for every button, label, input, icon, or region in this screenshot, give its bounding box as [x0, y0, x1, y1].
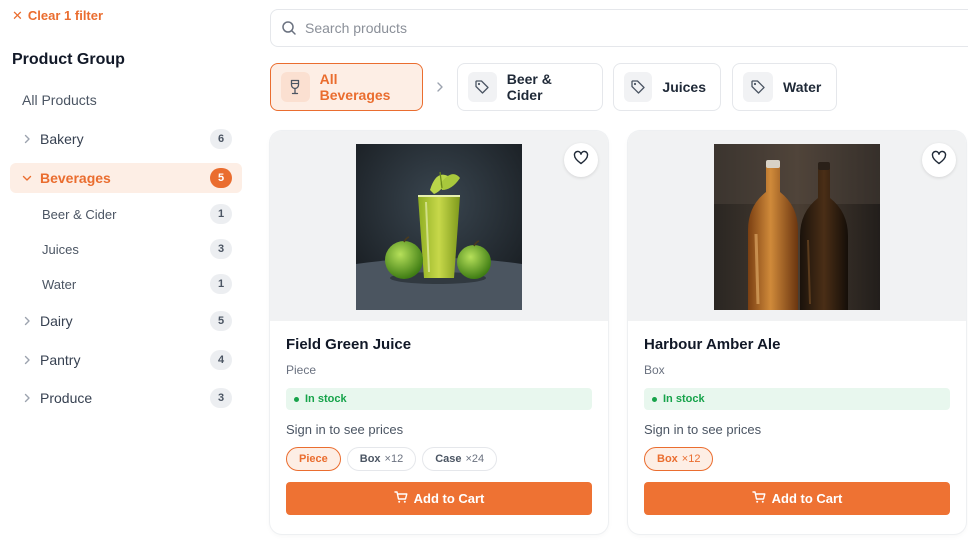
add-to-cart-label: Add to Cart [413, 491, 485, 506]
chip-juices[interactable]: Juices [613, 63, 721, 111]
option-qty: ×12 [384, 453, 404, 465]
sidebar-subitem-water[interactable]: Water 1 [10, 270, 242, 298]
subcategory-label: Water [42, 276, 77, 292]
status-dot [294, 396, 299, 402]
option-qty: ×12 [681, 453, 701, 465]
category-label: Bakery [40, 131, 84, 147]
option-box[interactable]: Box ×12 [346, 447, 417, 471]
category-label: Pantry [40, 352, 81, 368]
pack-options: Piece Box ×12 Case ×24 [286, 447, 592, 471]
sidebar-item-beverages[interactable]: Beverages 5 [10, 163, 242, 193]
product-unit: Box [644, 363, 665, 377]
chip-label: Beer & Cider [506, 71, 552, 103]
status-dot [652, 396, 657, 402]
all-products-link[interactable]: All Products [22, 92, 97, 108]
stock-status: In stock [286, 388, 592, 410]
count-badge: 5 [210, 168, 232, 188]
sidebar-subitem-beer-cider[interactable]: Beer & Cider 1 [10, 200, 242, 228]
count-badge: 4 [210, 350, 232, 370]
price-note: Sign in to see prices [286, 422, 404, 437]
product-image-area [270, 131, 608, 321]
favorite-button[interactable] [922, 143, 956, 177]
chip-water[interactable]: Water [732, 63, 837, 111]
close-icon: ✕ [12, 8, 23, 23]
option-label: Piece [299, 453, 328, 465]
option-case[interactable]: Case ×24 [422, 447, 498, 471]
product-card: Harbour Amber Ale Box In stock Sign in t… [628, 131, 966, 534]
stock-label: In stock [305, 393, 347, 405]
stock-status: In stock [644, 388, 950, 410]
category-label: Beverages [40, 170, 111, 186]
product-image-area [628, 131, 966, 321]
chip-label: Water [783, 79, 822, 95]
tag-icon [743, 72, 773, 102]
heart-icon [931, 150, 947, 171]
chevron-right-icon [20, 314, 34, 328]
cart-icon [751, 490, 766, 507]
sidebar-item-pantry[interactable]: Pantry 4 [10, 345, 242, 375]
add-to-cart-label: Add to Cart [771, 491, 843, 506]
search-icon [281, 20, 297, 36]
count-badge: 3 [210, 239, 232, 259]
chevron-right-icon [20, 353, 34, 367]
option-qty: ×24 [465, 453, 485, 465]
add-to-cart-button[interactable]: Add to Cart [644, 482, 950, 515]
heart-icon [573, 150, 589, 171]
product-photo-green-juice [356, 144, 522, 310]
subcategory-label: Beer & Cider [42, 206, 117, 222]
sidebar-item-produce[interactable]: Produce 3 [10, 383, 242, 413]
count-badge: 1 [210, 204, 232, 224]
tag-icon [624, 72, 653, 102]
clear-filter-label: Clear 1 filter [27, 8, 104, 23]
pack-options: Box ×12 [644, 447, 950, 471]
count-badge: 5 [210, 311, 232, 331]
clear-filter-button[interactable]: ✕ Clear 1 filter [12, 8, 103, 23]
stock-label: In stock [663, 393, 705, 405]
add-to-cart-button[interactable]: Add to Cart [286, 482, 592, 515]
product-group-title: Product Group [12, 51, 125, 68]
tag-icon [468, 72, 497, 102]
option-box[interactable]: Box ×12 [644, 447, 714, 471]
product-name[interactable]: Field Green Juice [286, 336, 592, 353]
category-label: Produce [40, 390, 93, 406]
search-input[interactable] [305, 20, 905, 36]
chevron-right-icon [433, 80, 447, 94]
chip-label: Juices [662, 79, 706, 95]
sidebar: ✕ Clear 1 filter Product Group All Produ… [0, 0, 252, 544]
chip-beer-cider[interactable]: Beer & Cider [457, 63, 603, 111]
chevron-right-icon [20, 132, 34, 146]
option-label: Box [657, 453, 678, 465]
product-unit: Piece [286, 363, 317, 377]
category-label: Dairy [40, 313, 73, 329]
count-badge: 6 [210, 129, 232, 149]
chip-label: All Beverages [319, 71, 391, 103]
product-photo-amber-ale [714, 144, 880, 310]
price-note: Sign in to see prices [644, 422, 762, 437]
cart-icon [393, 490, 408, 507]
product-name[interactable]: Harbour Amber Ale [644, 336, 950, 353]
product-card: Field Green Juice Piece In stock Sign in… [270, 131, 608, 534]
option-piece[interactable]: Piece [286, 447, 341, 471]
chevron-right-icon [20, 391, 34, 405]
sidebar-item-dairy[interactable]: Dairy 5 [10, 306, 242, 336]
favorite-button[interactable] [564, 143, 598, 177]
option-label: Case [435, 453, 462, 465]
chevron-down-icon [20, 171, 34, 185]
subcategory-label: Juices [42, 241, 79, 257]
option-label: Box [359, 453, 381, 465]
chip-all-beverages[interactable]: All Beverages [270, 63, 423, 111]
glass-icon [281, 72, 310, 102]
sidebar-subitem-juices[interactable]: Juices 3 [10, 235, 242, 263]
search-bar[interactable] [270, 9, 968, 47]
count-badge: 3 [210, 388, 232, 408]
sidebar-item-bakery[interactable]: Bakery 6 [10, 124, 242, 154]
count-badge: 1 [210, 274, 232, 294]
